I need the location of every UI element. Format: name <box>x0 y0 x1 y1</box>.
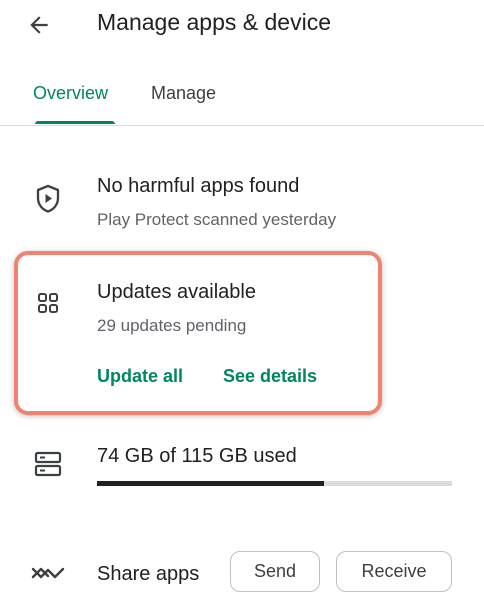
protect-title: No harmful apps found <box>97 175 300 197</box>
back-button[interactable] <box>22 8 56 42</box>
shield-play-icon <box>33 182 63 216</box>
updates-subtitle: 29 updates pending <box>97 316 247 335</box>
update-all-button[interactable]: Update all <box>97 366 183 387</box>
active-tab-indicator <box>35 121 115 124</box>
updates-title: Updates available <box>97 281 256 303</box>
storage-label: 74 GB of 115 GB used <box>97 445 297 467</box>
send-button[interactable]: Send <box>230 551 320 592</box>
page-title: Manage apps & device <box>97 9 331 35</box>
tab-manage[interactable]: Manage <box>151 83 216 104</box>
storage-icon <box>33 449 63 479</box>
apps-grid-icon <box>35 290 61 316</box>
storage-progress-fill <box>97 481 325 486</box>
protect-subtitle: Play Protect scanned yesterday <box>97 210 337 229</box>
tab-bar: Overview Manage <box>0 70 484 126</box>
nearby-share-icon <box>31 562 65 584</box>
share-apps-label: Share apps <box>97 563 200 585</box>
tabs-divider <box>0 125 484 126</box>
top-app-bar: Manage apps & device <box>0 0 484 56</box>
tab-overview[interactable]: Overview <box>33 83 108 104</box>
storage-progress-bar <box>97 481 452 486</box>
arrow-left-icon <box>30 16 48 34</box>
receive-button[interactable]: Receive <box>336 551 452 592</box>
see-details-button[interactable]: See details <box>223 366 317 387</box>
